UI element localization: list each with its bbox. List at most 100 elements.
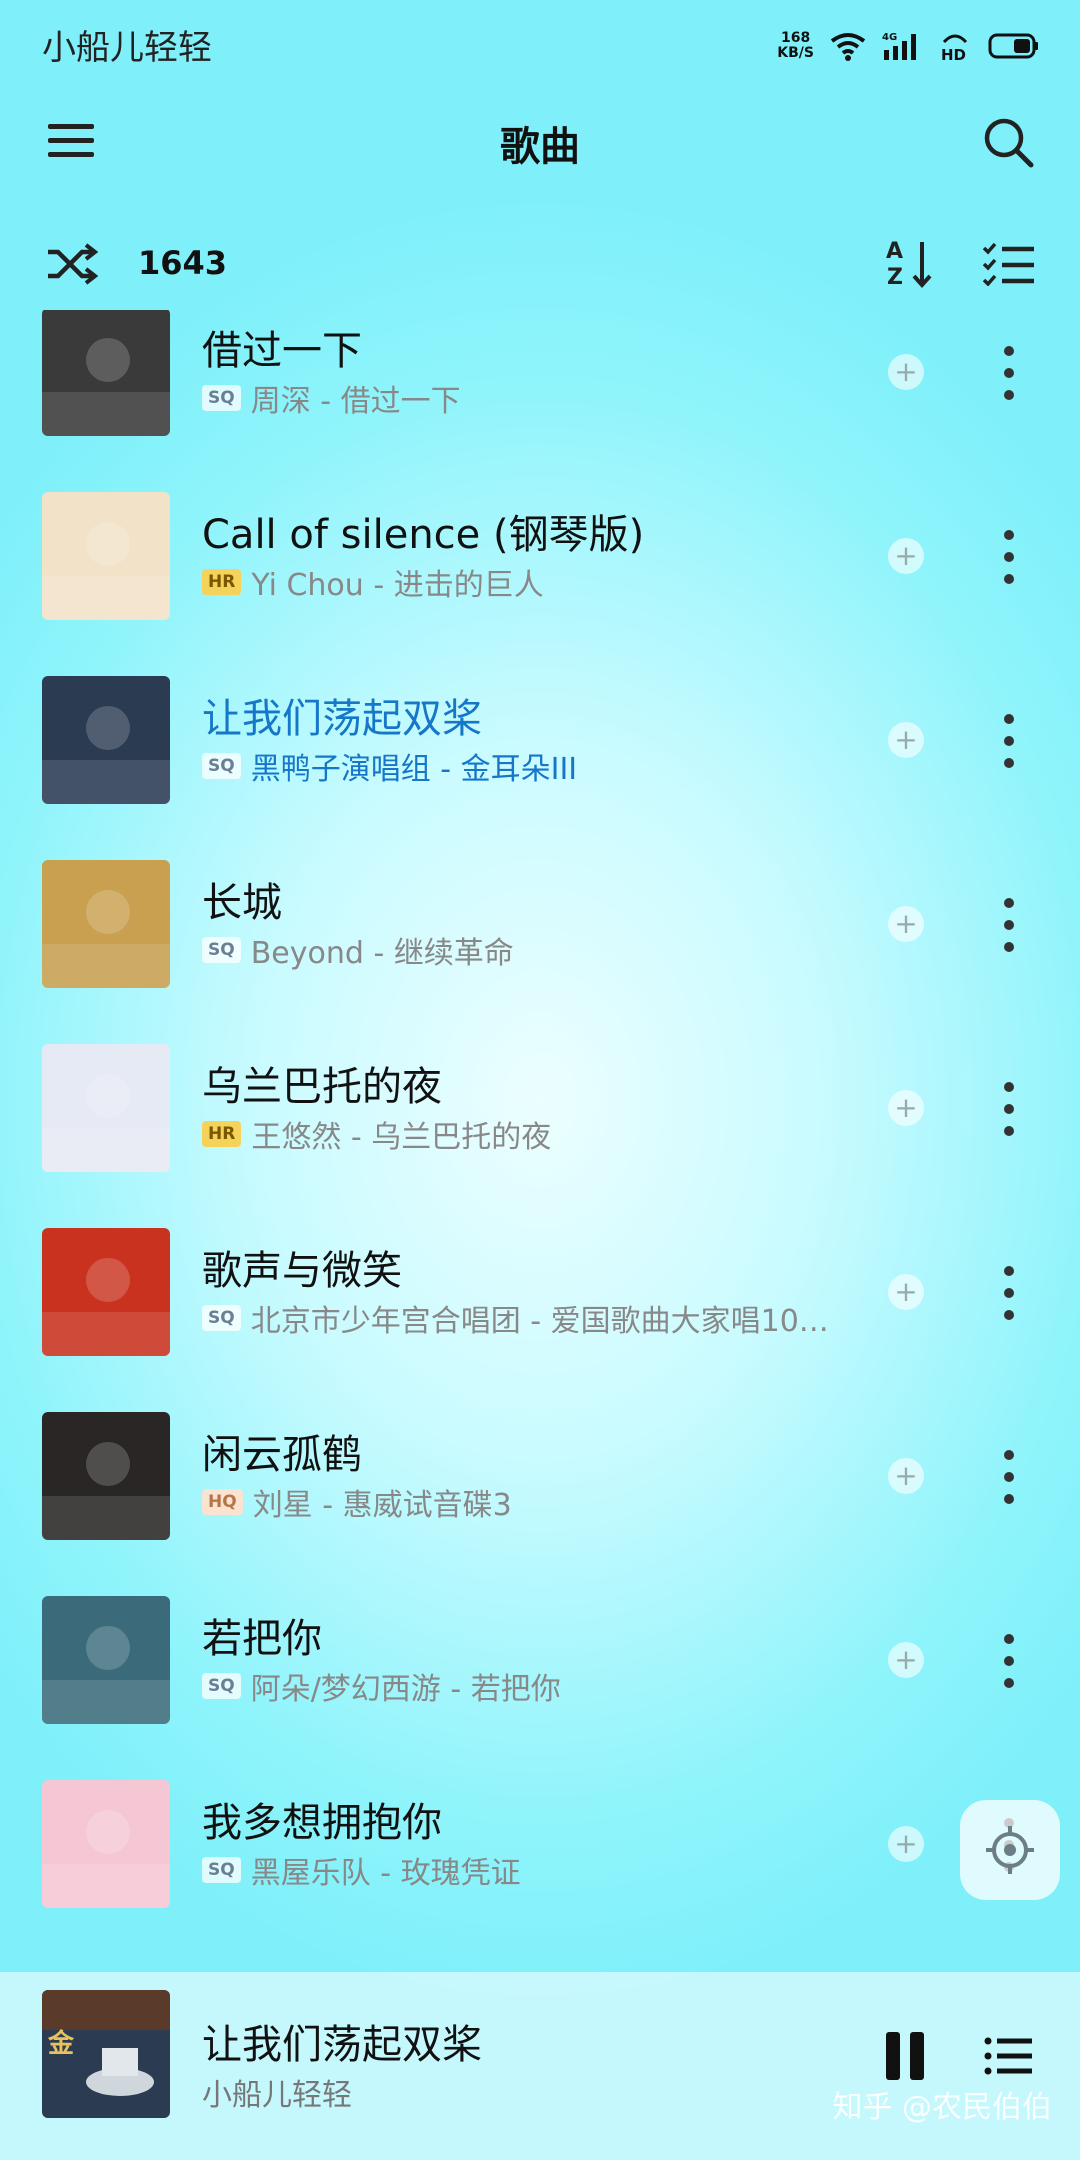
album-name: 若把你	[470, 1672, 561, 1707]
locate-icon	[986, 1826, 1034, 1874]
status-bar-text: 小船儿轻轻	[42, 28, 212, 68]
add-to-playlist-icon[interactable]: +	[888, 1090, 924, 1126]
separator: -	[370, 1856, 401, 1891]
song-title: Call of silence (钢琴版)	[202, 512, 645, 558]
more-options-icon[interactable]	[994, 1628, 1024, 1692]
more-options-icon[interactable]	[994, 892, 1024, 956]
song-list-item[interactable]: 长城 SQ Beyond - 继续革命 +	[0, 832, 1080, 1016]
artist-album-text: 刘星 - 惠威试音碟3	[253, 1480, 512, 1524]
artist-name: 阿朵/梦幻西游	[250, 1672, 441, 1707]
song-subtitle: SQ 北京市少年宫合唱团 - 爱国歌曲大家唱100...	[202, 1296, 842, 1340]
album-cover	[42, 860, 170, 988]
more-options-icon[interactable]	[994, 340, 1024, 404]
artist-name: 黑屋乐队	[250, 1856, 371, 1891]
album-name: 惠威试音碟3	[342, 1488, 512, 1523]
album-name: 金耳朵III	[460, 752, 578, 787]
pause-button[interactable]	[886, 2032, 926, 2080]
song-list-item[interactable]: 闲云孤鹤 HQ 刘星 - 惠威试音碟3 +	[0, 1384, 1080, 1568]
separator: -	[363, 568, 394, 603]
add-to-playlist-icon[interactable]: +	[888, 1458, 924, 1494]
separator: -	[341, 1120, 372, 1155]
artist-album-text: Yi Chou - 进击的巨人	[251, 560, 543, 604]
locate-current-button[interactable]	[960, 1800, 1060, 1900]
song-list[interactable]: 借过一下 SQ 周深 - 借过一下 + Call of silence (钢琴版) HR Y…	[0, 310, 1080, 1970]
song-count: 1643	[138, 244, 228, 282]
hd-icon: HD	[941, 34, 968, 62]
album-cover	[42, 676, 170, 804]
svg-text:4G: 4G	[882, 32, 897, 43]
now-playing-title: 让我们荡起双桨	[202, 2022, 482, 2068]
shuffle-icon[interactable]	[46, 242, 98, 286]
mini-player[interactable]: 金 让我们荡起双桨 小船儿轻轻 知乎 @农民伯伯	[0, 1972, 1080, 2160]
song-subtitle: HR Yi Chou - 进击的巨人	[202, 560, 544, 604]
song-title: 若把你	[202, 1616, 322, 1662]
album-cover	[42, 1412, 170, 1540]
artist-album-text: 黑屋乐队 - 玫瑰凭证	[251, 1848, 521, 1892]
checklist-icon[interactable]	[982, 242, 1036, 286]
svg-text:金: 金	[47, 2028, 75, 2059]
svg-text:HD: HD	[941, 46, 966, 62]
add-to-playlist-icon[interactable]: +	[888, 354, 924, 390]
wifi-icon	[830, 33, 866, 61]
artist-name: 王悠然	[251, 1120, 342, 1155]
signal-icon: 4G	[882, 32, 916, 60]
more-options-icon[interactable]	[994, 708, 1024, 772]
watermark: 知乎 @农民伯伯	[832, 2090, 1052, 2125]
song-list-item[interactable]: 若把你 SQ 阿朵/梦幻西游 - 若把你 +	[0, 1568, 1080, 1752]
artist-name: Beyond	[250, 936, 364, 971]
more-options-icon[interactable]	[994, 1076, 1024, 1140]
quality-badge: SQ	[202, 1857, 241, 1883]
sort-az-icon[interactable]: A Z	[884, 236, 934, 290]
status-icons: 168 KB/S 4G HD	[777, 26, 1040, 66]
quality-badge: HQ	[202, 1489, 243, 1515]
add-to-playlist-icon[interactable]: +	[888, 722, 924, 758]
song-subtitle: SQ 周深 - 借过一下	[202, 376, 461, 420]
song-list-item[interactable]: 乌兰巴托的夜 HR 王悠然 - 乌兰巴托的夜 +	[0, 1016, 1080, 1200]
song-title: 歌声与微笑	[202, 1248, 402, 1294]
separator: -	[312, 1488, 343, 1523]
status-bar: 小船儿轻轻 168 KB/S 4G HD	[0, 0, 1080, 90]
song-list-item[interactable]: 歌声与微笑 SQ 北京市少年宫合唱团 - 爱国歌曲大家唱100... +	[0, 1200, 1080, 1384]
album-cover	[42, 1228, 170, 1356]
song-subtitle: SQ 黑屋乐队 - 玫瑰凭证	[202, 1848, 521, 1892]
song-title: 借过一下	[202, 328, 362, 374]
add-to-playlist-icon[interactable]: +	[888, 1642, 924, 1678]
song-subtitle: HR 王悠然 - 乌兰巴托的夜	[202, 1112, 551, 1156]
page-title: 歌曲	[500, 124, 580, 170]
add-to-playlist-icon[interactable]: +	[888, 538, 924, 574]
add-to-playlist-icon[interactable]: +	[888, 1274, 924, 1310]
song-subtitle: SQ 阿朵/梦幻西游 - 若把你	[202, 1664, 561, 1708]
song-subtitle: SQ Beyond - 继续革命	[202, 928, 514, 972]
playlist-queue-icon[interactable]	[984, 2034, 1034, 2078]
song-list-item[interactable]: 我多想拥抱你 SQ 黑屋乐队 - 玫瑰凭证 +	[0, 1752, 1080, 1936]
artist-album-text: 阿朵/梦幻西游 - 若把你	[251, 1664, 561, 1708]
song-list-item[interactable]: Call of silence (钢琴版) HR Yi Chou - 进击的巨人 +	[0, 464, 1080, 648]
search-icon[interactable]	[980, 114, 1036, 170]
album-name: 玫瑰凭证	[400, 1856, 521, 1891]
now-playing-cover[interactable]: 金	[42, 1990, 170, 2118]
add-to-playlist-icon[interactable]: +	[888, 906, 924, 942]
artist-name: Yi Chou	[251, 568, 364, 603]
app-bar: 歌曲	[0, 100, 1080, 180]
quality-badge: SQ	[202, 385, 241, 411]
add-to-playlist-icon[interactable]: +	[888, 1826, 924, 1862]
song-subtitle: HQ 刘星 - 惠威试音碟3	[202, 1480, 512, 1524]
artist-album-text: 王悠然 - 乌兰巴托的夜	[251, 1112, 551, 1156]
artist-album-text: 周深 - 借过一下	[251, 376, 461, 420]
song-subtitle: SQ 黑鸭子演唱组 - 金耳朵III	[202, 744, 577, 788]
song-list-item[interactable]: 借过一下 SQ 周深 - 借过一下 +	[0, 310, 1080, 464]
separator: -	[440, 1672, 471, 1707]
song-list-item[interactable]: 让我们荡起双桨 SQ 黑鸭子演唱组 - 金耳朵III +	[0, 648, 1080, 832]
quality-badge: SQ	[202, 753, 241, 779]
album-name: 爱国歌曲大家唱100...	[550, 1304, 842, 1339]
quality-badge: SQ	[202, 1673, 241, 1699]
artist-name: 北京市少年宫合唱团	[250, 1304, 521, 1339]
quality-badge: HR	[202, 569, 242, 595]
more-options-icon[interactable]	[994, 1260, 1024, 1324]
list-toolbar: 1643 A Z	[0, 228, 1080, 298]
artist-name: 黑鸭子演唱组	[250, 752, 431, 787]
separator: -	[310, 384, 341, 419]
separator: -	[430, 752, 461, 787]
more-options-icon[interactable]	[994, 524, 1024, 588]
more-options-icon[interactable]	[994, 1444, 1024, 1508]
